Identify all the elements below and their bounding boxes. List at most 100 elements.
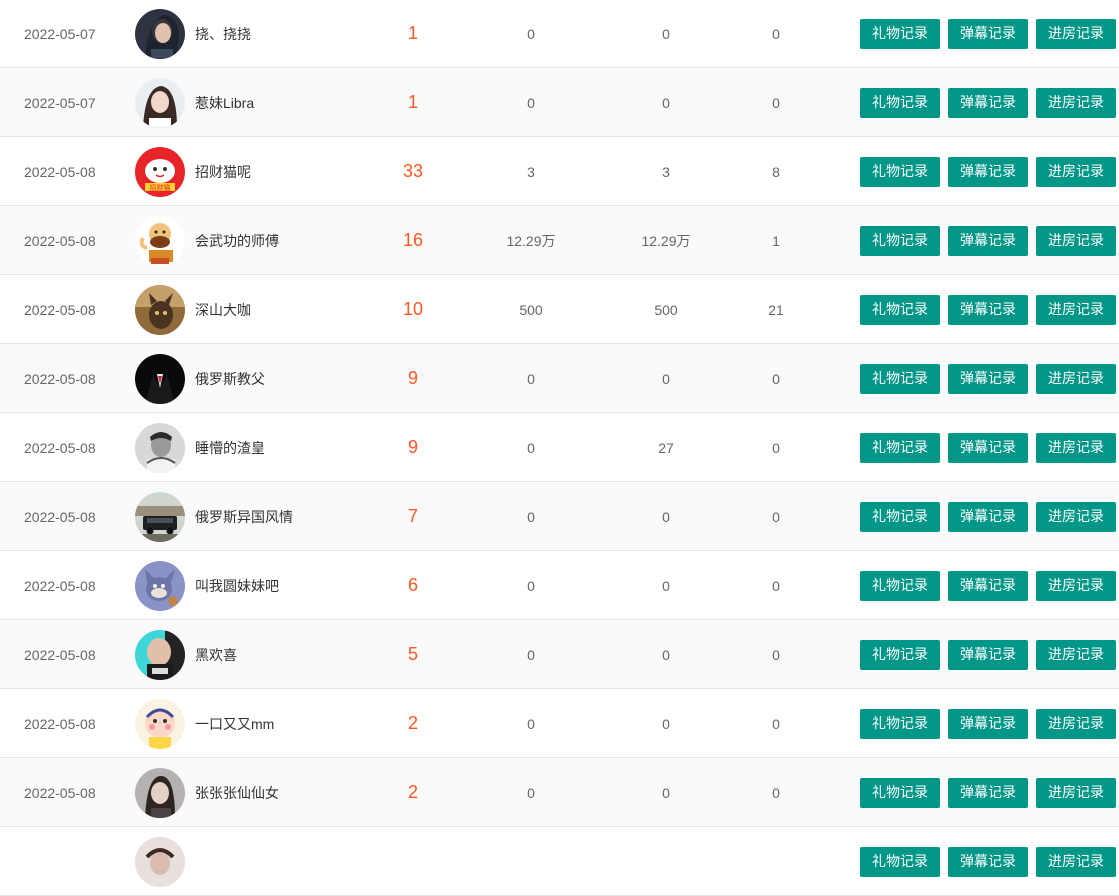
anchor-cell: 张张张仙仙女	[135, 758, 375, 827]
row-actions: 礼物记录 弹幕记录 进房记录	[860, 206, 1116, 275]
enter-record-button[interactable]: 进房记录	[1036, 639, 1116, 670]
enter-record-button[interactable]: 进房记录	[1036, 156, 1116, 187]
danmu-record-button[interactable]: 弹幕记录	[948, 708, 1028, 739]
value-cell-2: 3	[662, 163, 670, 180]
enter-record-button[interactable]: 进房记录	[1036, 18, 1116, 49]
row-actions: 礼物记录 弹幕记录 进房记录	[860, 482, 1116, 551]
enter-record-button[interactable]: 进房记录	[1036, 87, 1116, 118]
anchor-name: 黑欢喜	[195, 646, 237, 663]
enter-record-button[interactable]: 进房记录	[1036, 777, 1116, 808]
table-row: 2022-05-08 会武功的师傅 16 12.29万 12.29万 1 礼物记录 弹幕记录进…	[0, 206, 1119, 275]
count-cell: 5	[407, 644, 418, 664]
value-cell-3	[740, 827, 812, 896]
anchor-name: 深山大咖	[195, 301, 251, 318]
avatar	[135, 422, 185, 473]
avatar	[135, 767, 185, 818]
count-cell: 7	[407, 506, 418, 526]
danmu-record-button[interactable]: 弹幕记录	[948, 18, 1028, 49]
anchor-cell	[135, 827, 375, 896]
danmu-record-button[interactable]: 弹幕记录	[948, 225, 1028, 256]
anchor-cell: 黑欢喜	[135, 620, 375, 689]
anchor-name: 一口又又mm	[195, 715, 275, 732]
enter-record-button[interactable]: 进房记录	[1036, 501, 1116, 532]
count-cell: 9	[407, 437, 418, 457]
danmu-record-button[interactable]: 弹幕记录	[948, 777, 1028, 808]
danmu-record-button[interactable]: 弹幕记录	[948, 87, 1028, 118]
table-row: 2022-05-08 深山大咖 10 500 500 21 礼物记录 弹幕记录 进房记录	[0, 275, 1119, 344]
count-cell: 6	[407, 575, 418, 595]
gift-record-button[interactable]: 礼物记录	[860, 432, 940, 463]
table-row: 2022-05-08 招财猫 招财猫呢 33 3 3 8 礼物记录 弹幕记录 进房记录	[0, 137, 1119, 206]
value-cell-1: 0	[527, 646, 535, 663]
gift-record-button[interactable]: 礼物记录	[860, 294, 940, 325]
gift-record-button[interactable]: 礼物记录	[860, 87, 940, 118]
value-cell-2: 27	[658, 439, 674, 456]
value-cell-1: 0	[527, 784, 535, 801]
danmu-record-button[interactable]: 弹幕记录	[948, 846, 1028, 877]
value-cell-2: 0	[662, 715, 670, 732]
value-cell-2: 0	[662, 25, 670, 42]
value-cell-1: 0	[527, 439, 535, 456]
anchor-name: 俄罗斯教父	[195, 370, 265, 387]
value-cell-2: 0	[662, 370, 670, 387]
value-cell-3: 0	[772, 577, 780, 594]
count-cell: 16	[402, 230, 424, 250]
value-cell-2	[605, 827, 727, 896]
gift-record-button[interactable]: 礼物记录	[860, 639, 940, 670]
danmu-record-button[interactable]: 弹幕记录	[948, 363, 1028, 394]
danmu-record-button[interactable]: 弹幕记录	[948, 294, 1028, 325]
danmu-record-button[interactable]: 弹幕记录	[948, 570, 1028, 601]
enter-record-button[interactable]: 进房记录	[1036, 225, 1116, 256]
gift-record-button[interactable]: 礼物记录	[860, 570, 940, 601]
anchor-cell: 叫我圆妹妹吧	[135, 551, 375, 620]
anchor-cell: 会武功的师傅	[135, 206, 375, 275]
avatar	[135, 491, 185, 542]
enter-record-button[interactable]: 进房记录	[1036, 570, 1116, 601]
danmu-record-button[interactable]: 弹幕记录	[948, 432, 1028, 463]
row-actions: 礼物记录 弹幕记录 进房记录	[860, 413, 1116, 482]
avatar	[135, 215, 185, 266]
enter-record-button[interactable]: 进房记录	[1036, 432, 1116, 463]
anchor-name: 叫我圆妹妹吧	[195, 577, 279, 594]
gift-record-button[interactable]: 礼物记录	[860, 363, 940, 394]
gift-record-button[interactable]: 礼物记录	[860, 846, 940, 877]
danmu-record-button[interactable]: 弹幕记录	[948, 156, 1028, 187]
anchor-cell: 一口又又mm	[135, 689, 375, 758]
value-cell-2: 0	[662, 784, 670, 801]
count-cell: 33	[402, 161, 424, 181]
row-actions: 礼物记录 弹幕记录 进房记录	[860, 551, 1116, 620]
gift-record-button[interactable]: 礼物记录	[860, 225, 940, 256]
count-cell: 2	[407, 713, 418, 733]
danmu-record-button[interactable]: 弹幕记录	[948, 639, 1028, 670]
value-cell-3: 1	[772, 232, 780, 249]
anchor-cell: 招财猫 招财猫呢	[135, 137, 375, 206]
table-row: 2022-05-08 叫我圆妹妹吧 6 0 0 0 礼物记录 弹幕记录 进房记录	[0, 551, 1119, 620]
enter-record-button[interactable]: 进房记录	[1036, 363, 1116, 394]
count-cell	[370, 827, 456, 896]
avatar	[135, 836, 185, 887]
avatar	[135, 77, 185, 128]
gift-record-button[interactable]: 礼物记录	[860, 777, 940, 808]
gift-record-button[interactable]: 礼物记录	[860, 708, 940, 739]
enter-record-button[interactable]: 进房记录	[1036, 708, 1116, 739]
table-row: 2022-05-08 一口又又mm 2 0 0 0 礼物记录 弹幕记录 进房记录	[0, 689, 1119, 758]
gift-record-button[interactable]: 礼物记录	[860, 18, 940, 49]
enter-record-button[interactable]: 进房记录	[1036, 294, 1116, 325]
date-cell: 2022-05-07	[24, 25, 96, 42]
row-actions: 礼物记录 弹幕记录 进房记录	[860, 137, 1116, 206]
count-cell: 2	[407, 782, 418, 802]
table-row: 2022-05-07 挠、挠挠 1 0 0 0 礼物记录 弹幕记录 进房记录	[0, 0, 1119, 68]
value-cell-1: 0	[527, 508, 535, 525]
svg-text:招财猫: 招财猫	[150, 183, 171, 192]
table-row: 2022-05-08 俄罗斯教父 9 0 0 0 礼物记录 弹幕记录 进房记录	[0, 344, 1119, 413]
value-cell-2: 0	[662, 646, 670, 663]
avatar	[135, 629, 185, 680]
enter-record-button[interactable]: 进房记录	[1036, 846, 1116, 877]
gift-record-button[interactable]: 礼物记录	[860, 501, 940, 532]
anchor-name: 挠、挠挠	[195, 25, 251, 42]
anchor-name: 睡懵的渣皇	[195, 439, 265, 456]
anchor-cell: 俄罗斯异国风情	[135, 482, 375, 551]
gift-record-button[interactable]: 礼物记录	[860, 156, 940, 187]
avatar	[135, 353, 185, 404]
danmu-record-button[interactable]: 弹幕记录	[948, 501, 1028, 532]
